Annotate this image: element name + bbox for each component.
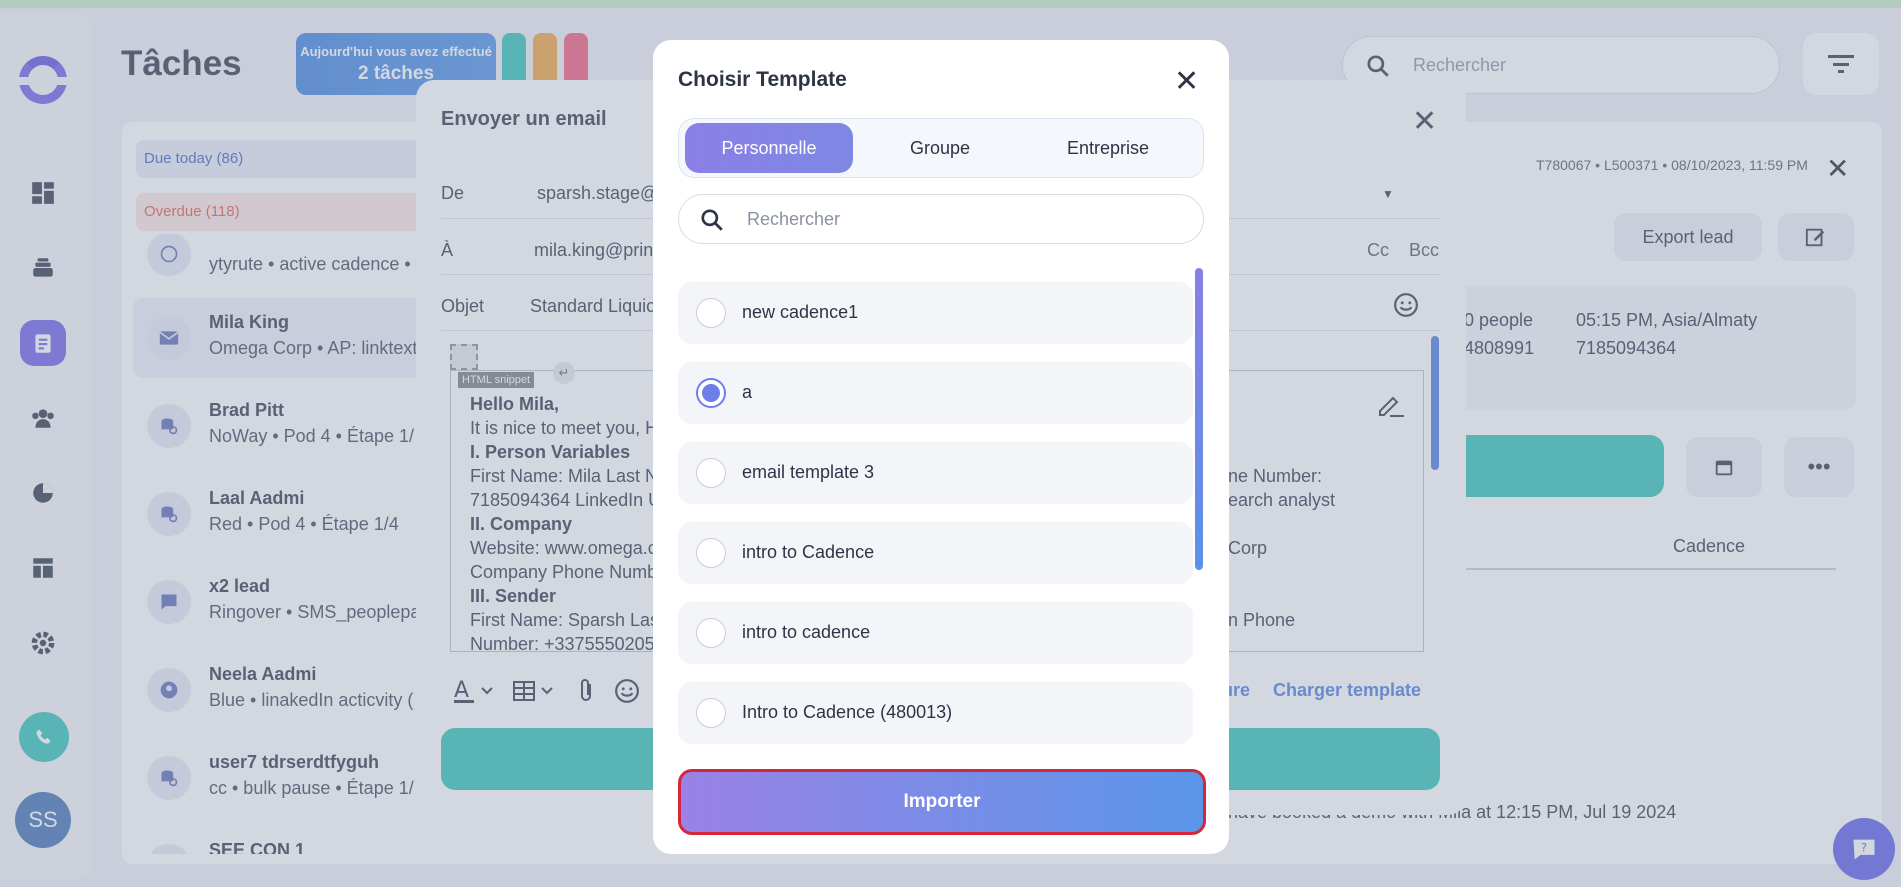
template-list-scrollbar[interactable]	[1195, 268, 1203, 570]
tab-groupe[interactable]: Groupe	[856, 123, 1024, 173]
template-label: Intro to Cadence (480013)	[742, 702, 953, 722]
radio-button[interactable]	[696, 698, 726, 728]
import-button[interactable]: Importer	[678, 769, 1206, 835]
radio-button[interactable]	[696, 298, 726, 328]
radio-button[interactable]	[696, 618, 726, 648]
template-item[interactable]: new cadence1	[678, 282, 1193, 344]
template-label: new cadence1	[742, 302, 859, 322]
template-item[interactable]: a	[678, 362, 1193, 424]
template-label: intro to Cadence	[742, 542, 875, 562]
template-label: intro to cadence	[742, 622, 871, 642]
close-icon[interactable]: ✕	[1174, 64, 1199, 99]
template-label: email template 3	[742, 462, 875, 482]
template-search-placeholder: Rechercher	[747, 209, 841, 229]
tab-personnelle[interactable]: Personnelle	[685, 123, 853, 173]
tab-entreprise[interactable]: Entreprise	[1024, 123, 1192, 173]
template-item[interactable]: Intro to Cadence (480013)	[678, 682, 1193, 744]
radio-button-selected[interactable]	[696, 378, 726, 408]
template-modal-title: Choisir Template	[678, 68, 847, 91]
search-icon	[701, 209, 723, 231]
radio-button[interactable]	[696, 458, 726, 488]
radio-button[interactable]	[696, 538, 726, 568]
template-item[interactable]: intro to cadence	[678, 602, 1193, 664]
template-item[interactable]: email template 3	[678, 442, 1193, 504]
template-search-input[interactable]: Rechercher	[678, 194, 1204, 244]
template-item[interactable]: intro to Cadence	[678, 522, 1193, 584]
template-label: a	[742, 382, 753, 402]
